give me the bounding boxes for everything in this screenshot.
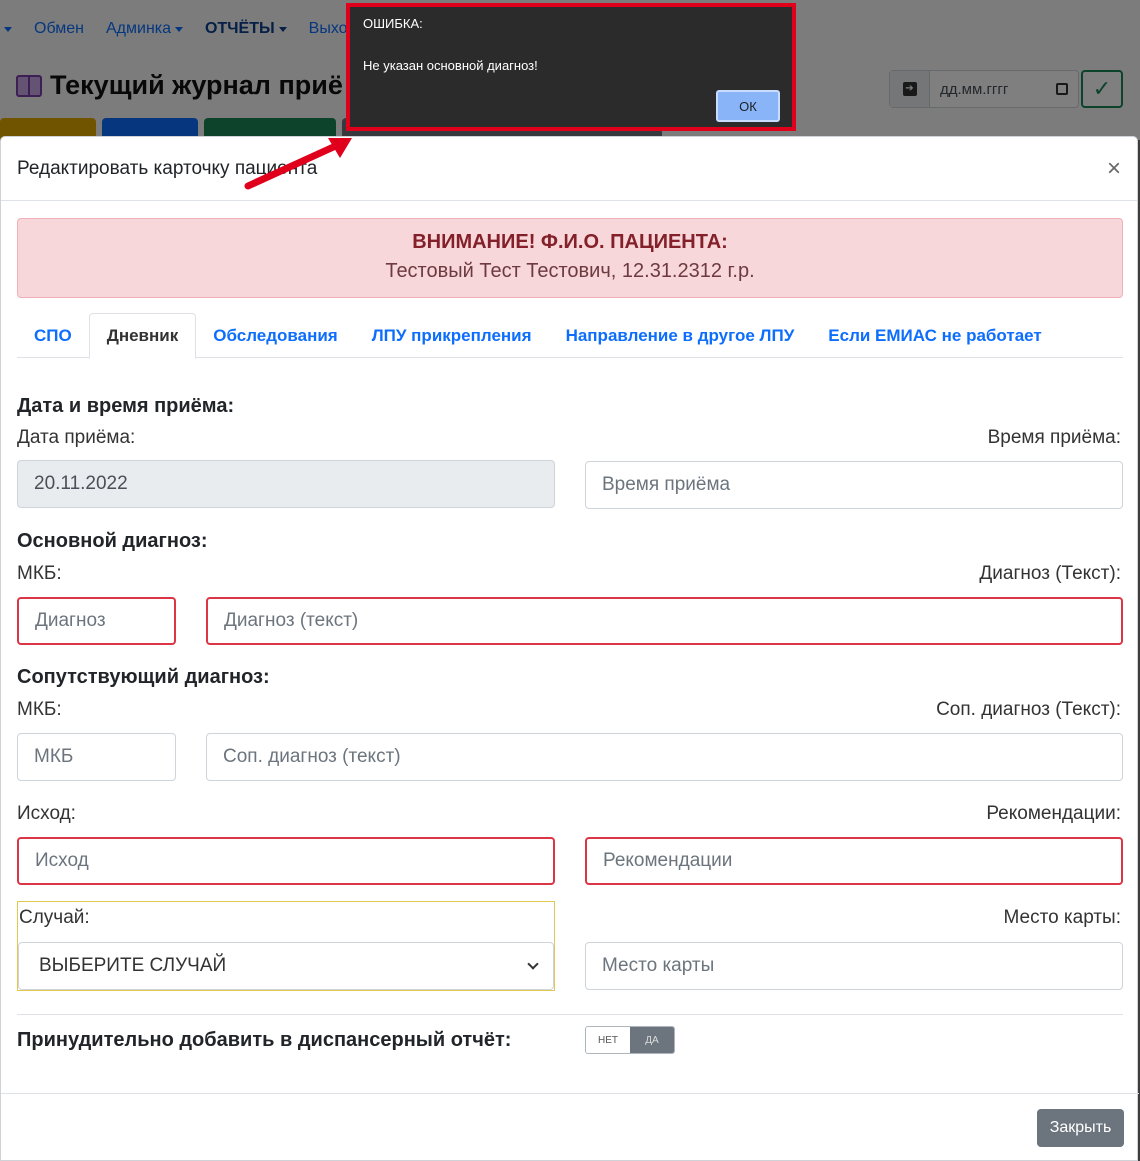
co-mkb-label: МКБ: — [17, 699, 62, 720]
tab-diary[interactable]: Дневник — [88, 313, 197, 359]
annotation-arrow-icon — [244, 138, 352, 190]
recommendations-label: Рекомендации: — [986, 803, 1121, 824]
co-mkb-input[interactable]: МКБ — [17, 733, 176, 781]
dispensary-label: Принудительно добавить в диспансерный от… — [17, 1029, 512, 1051]
section-co-diagnosis: Сопутствующий диагноз: — [17, 666, 270, 688]
close-button[interactable]: Закрыть — [1037, 1109, 1124, 1147]
card-place-input[interactable]: Место карты — [585, 942, 1123, 990]
date-label: Дата приёма: — [17, 427, 136, 448]
divider — [17, 1014, 1123, 1015]
modal-header: Редактировать карточку пациента × — [1, 137, 1137, 201]
close-icon[interactable]: × — [1107, 156, 1121, 181]
toggle-on[interactable]: ДА — [630, 1027, 674, 1053]
dispensary-toggle[interactable]: НЕТ ДА — [585, 1026, 675, 1054]
error-message: Не указан основной диагноз! — [363, 58, 538, 73]
tab-spo[interactable]: СПО — [17, 313, 89, 358]
error-dialog: ОШИБКА: Не указан основной диагноз! ОК — [346, 3, 796, 131]
chevron-down-icon — [527, 958, 539, 970]
edit-patient-modal: Редактировать карточку пациента × ВНИМАН… — [0, 136, 1139, 1161]
co-diagnosis-text-input[interactable]: Соп. диагноз (текст) — [206, 733, 1123, 781]
tab-attachment-lpu[interactable]: ЛПУ прикрепления — [355, 313, 549, 358]
diagnosis-text-label: Диагноз (Текст): — [979, 563, 1121, 584]
time-input[interactable]: Время приёма — [585, 461, 1123, 509]
outcome-label: Исход: — [17, 803, 76, 824]
card-place-label: Место карты: — [1003, 907, 1121, 928]
case-select-value: ВЫБЕРИТЕ СЛУЧАЙ — [39, 955, 227, 976]
diagnosis-text-input[interactable]: Диагноз (текст) — [206, 597, 1123, 645]
ok-button[interactable]: ОК — [716, 90, 780, 122]
patient-alert: ВНИМАНИЕ! Ф.И.О. ПАЦИЕНТА: Тестовый Тест… — [17, 218, 1123, 298]
case-label: Случай: — [19, 907, 90, 928]
section-datetime: Дата и время приёма: — [17, 395, 235, 417]
toggle-off[interactable]: НЕТ — [586, 1027, 630, 1053]
tab-referral[interactable]: Направление в другое ЛПУ — [549, 313, 812, 358]
section-main-diagnosis: Основной диагноз: — [17, 530, 208, 552]
date-field: 20.11.2022 — [17, 460, 555, 508]
patient-name: Тестовый Тест Тестович, 12.31.2312 г.р. — [385, 260, 755, 282]
diagnosis-code-input[interactable]: Диагноз — [17, 597, 176, 645]
alert-title: ВНИМАНИЕ! Ф.И.О. ПАЦИЕНТА: — [412, 231, 728, 253]
tab-bar: СПО Дневник Обследования ЛПУ прикреплени… — [17, 313, 1123, 359]
mkb-label: МКБ: — [17, 563, 62, 584]
error-title: ОШИБКА: — [363, 16, 423, 31]
time-label: Время приёма: — [987, 427, 1121, 448]
footer-divider — [1, 1093, 1139, 1094]
co-diagnosis-text-label: Соп. диагноз (Текст): — [936, 699, 1121, 720]
case-select[interactable]: ВЫБЕРИТЕ СЛУЧАЙ — [18, 942, 554, 990]
outcome-input[interactable]: Исход — [17, 837, 555, 885]
tab-examinations[interactable]: Обследования — [196, 313, 354, 358]
tab-emias-down[interactable]: Если ЕМИАС не работает — [811, 313, 1058, 358]
recommendations-input[interactable]: Рекомендации — [585, 837, 1123, 885]
